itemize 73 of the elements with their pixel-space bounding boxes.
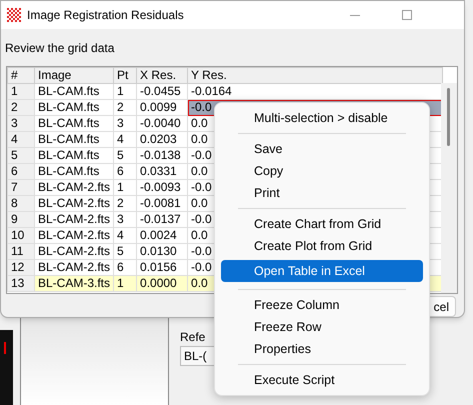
table-cell[interactable]: -0.0081 — [136, 196, 188, 212]
table-cell[interactable]: BL-CAM.fts — [34, 132, 114, 148]
menu-item[interactable]: Freeze Column — [221, 294, 423, 316]
table-cell[interactable]: -0.0137 — [136, 212, 188, 228]
table-cell[interactable]: BL-CAM.fts — [34, 148, 114, 164]
table-cell[interactable]: 0.0331 — [136, 164, 188, 180]
table-cell[interactable]: 4 — [114, 132, 137, 148]
row-header[interactable]: 9 — [8, 212, 34, 228]
table-cell[interactable]: 5 — [114, 148, 137, 164]
menu-item[interactable]: Properties — [221, 338, 423, 360]
table-cell[interactable]: -0.0093 — [136, 180, 188, 196]
table-cell[interactable]: 3 — [114, 116, 137, 132]
row-header[interactable]: 6 — [8, 164, 34, 180]
table-cell[interactable]: 4 — [114, 228, 137, 244]
menu-item[interactable]: Execute Script — [221, 369, 423, 391]
menu-item[interactable]: Save — [221, 138, 423, 160]
row-header[interactable]: 1 — [8, 84, 34, 100]
minimize-icon[interactable] — [350, 14, 360, 16]
table-cell[interactable]: 0.0024 — [136, 228, 188, 244]
menu-item[interactable]: Print — [221, 182, 423, 204]
table-cell[interactable]: 1 — [114, 180, 137, 196]
table-cell[interactable]: 1 — [114, 276, 137, 292]
marker-line — [4, 342, 6, 354]
column-header[interactable]: Image — [34, 68, 114, 84]
menu-item[interactable]: Copy — [221, 160, 423, 182]
table-cell[interactable]: BL-CAM.fts — [34, 84, 114, 100]
menu-item[interactable]: Create Chart from Grid — [221, 213, 423, 235]
table-cell[interactable]: 2 — [114, 100, 137, 116]
prompt-text: Review the grid data — [5, 40, 114, 56]
column-header[interactable]: Y Res. — [188, 68, 443, 84]
row-header[interactable]: 3 — [8, 116, 34, 132]
table-cell[interactable]: 0.0000 — [136, 276, 188, 292]
table-cell[interactable]: BL-CAM-2.fts — [34, 228, 114, 244]
table-cell[interactable]: 1 — [114, 84, 137, 100]
window-title: Image Registration Residuals — [27, 7, 184, 24]
scrollbar-thumb[interactable] — [447, 88, 450, 146]
table-cell[interactable]: 0.0130 — [136, 244, 188, 260]
menu-item[interactable]: Multi-selection > disable — [221, 107, 423, 129]
menu-item[interactable]: Open Table in Excel — [221, 260, 423, 282]
table-cell[interactable]: -0.0138 — [136, 148, 188, 164]
row-header[interactable]: 8 — [8, 196, 34, 212]
table-cell[interactable]: BL-CAM-2.fts — [34, 244, 114, 260]
table-cell[interactable]: BL-CAM-2.fts — [34, 196, 114, 212]
reference-label: Refe — [180, 329, 206, 344]
row-header[interactable]: 11 — [8, 244, 34, 260]
table-cell[interactable]: 0.0203 — [136, 132, 188, 148]
table-cell[interactable]: BL-CAM-2.fts — [34, 212, 114, 228]
row-header[interactable]: 4 — [8, 132, 34, 148]
table-cell[interactable]: BL-CAM-2.fts — [34, 180, 114, 196]
table-cell[interactable]: 6 — [114, 164, 137, 180]
table-cell[interactable]: BL-CAM-3.fts — [34, 276, 114, 292]
maximize-icon[interactable] — [402, 10, 412, 20]
column-header[interactable]: Pt — [114, 68, 137, 84]
row-header[interactable]: 7 — [8, 180, 34, 196]
table-cell[interactable]: 3 — [114, 212, 137, 228]
table-cell[interactable]: 5 — [114, 244, 137, 260]
row-header[interactable]: 12 — [8, 260, 34, 276]
menu-item[interactable]: Freeze Row — [221, 316, 423, 338]
row-header[interactable]: 10 — [8, 228, 34, 244]
scrollbar[interactable] — [441, 83, 457, 293]
table-cell[interactable]: BL-CAM.fts — [34, 164, 114, 180]
row-header[interactable]: 13 — [8, 276, 34, 292]
table-cell[interactable]: 2 — [114, 196, 137, 212]
column-header[interactable]: X Res. — [136, 68, 188, 84]
table-cell[interactable]: -0.0040 — [136, 116, 188, 132]
table-cell[interactable]: -0.0455 — [136, 84, 188, 100]
menu-item[interactable]: Create Plot from Grid — [221, 235, 423, 257]
grid-logo-icon — [7, 8, 21, 22]
row-header[interactable]: 5 — [8, 148, 34, 164]
row-header[interactable]: 2 — [8, 100, 34, 116]
table-cell[interactable]: BL-CAM.fts — [34, 116, 114, 132]
table-cell[interactable]: BL-CAM.fts — [34, 100, 114, 116]
column-header[interactable]: # — [8, 68, 34, 84]
